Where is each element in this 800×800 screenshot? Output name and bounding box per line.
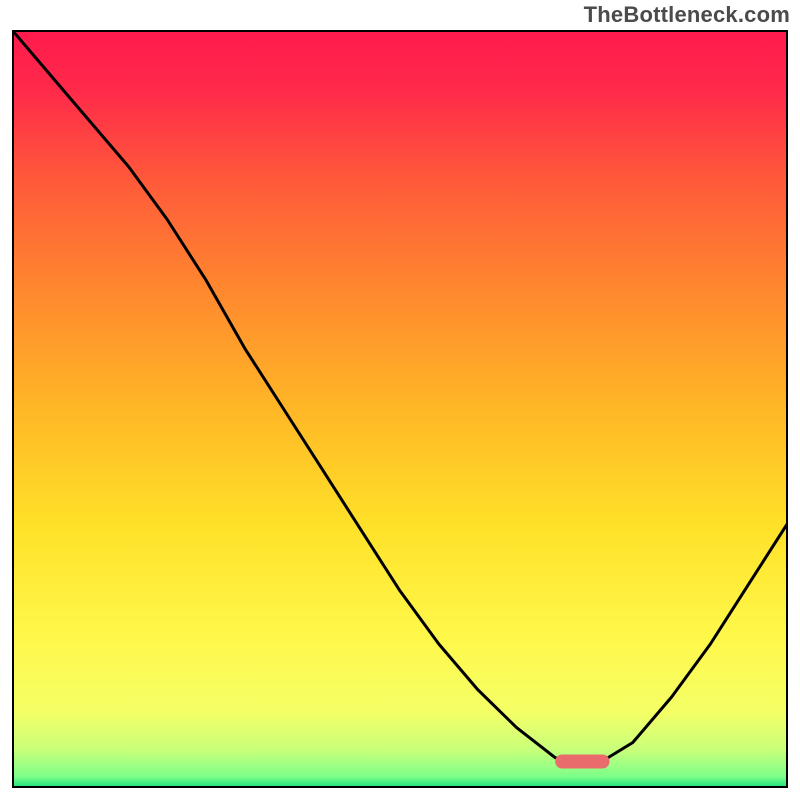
gradient-background — [12, 30, 788, 788]
minimum-marker — [555, 755, 609, 769]
watermark-text: TheBottleneck.com — [584, 2, 790, 28]
bottleneck-plot — [12, 30, 788, 788]
chart-container: TheBottleneck.com — [0, 0, 800, 800]
